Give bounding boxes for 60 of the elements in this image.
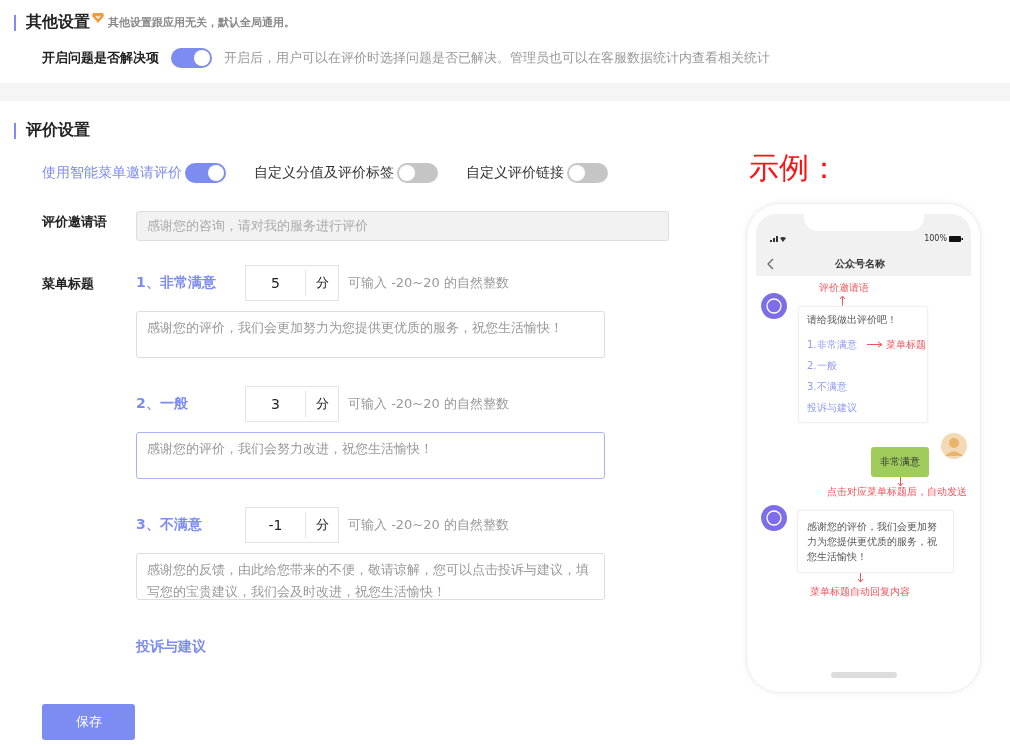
field-label: 评价邀请语 xyxy=(42,213,108,231)
bot-avatar-icon xyxy=(761,293,787,319)
option-description: 开启后，用户可以在评价时选择问题是否已解决。管理员也可以在客服数据统计内查看相关统计 xyxy=(224,49,770,67)
leader-arrow xyxy=(866,341,883,348)
complaint-link[interactable]: 投诉与建议 xyxy=(136,638,605,656)
score-input[interactable]: 3 xyxy=(246,391,306,417)
user-avatar-icon xyxy=(941,433,967,459)
home-indicator xyxy=(830,672,897,678)
unit-label: 分 xyxy=(314,274,330,292)
toggle-switch[interactable] xyxy=(185,163,226,183)
toggle-label: 自定义评价链接 xyxy=(466,164,564,182)
unit-label: 分 xyxy=(314,516,330,534)
section-title: 评价设置 xyxy=(26,120,90,141)
option-label: 开启问题是否解决项 xyxy=(42,49,159,67)
score-input[interactable]: 5 xyxy=(246,270,306,296)
user-message-bubble: 非常满意 xyxy=(871,447,929,477)
signal-icon xyxy=(770,235,786,242)
unit-label: 分 xyxy=(314,395,330,413)
hint-text: 可输入 -20~20 的自然整数 xyxy=(348,274,509,292)
hint-text: 可输入 -20~20 的自然整数 xyxy=(348,395,509,413)
score-field[interactable]: -1 分 xyxy=(245,507,339,543)
menu-item-title: 1、非常满意 xyxy=(136,274,217,292)
toggle-switch[interactable] xyxy=(567,163,608,183)
toggle-label: 使用智能菜单邀请评价 xyxy=(42,164,182,182)
message-text: 请给我做出评价吧！ xyxy=(807,313,898,327)
score-field[interactable]: 3 分 xyxy=(245,386,339,422)
menu-option-link[interactable]: 3.不满意 xyxy=(807,379,847,394)
reply-textarea[interactable]: 感谢您的评价，我们会更加努力为您提供更优质的服务，祝您生活愉快！ xyxy=(136,311,605,358)
menu-option-link[interactable]: 1.非常满意 xyxy=(807,337,857,352)
section-title: 其他设置 xyxy=(26,12,90,33)
leader-arrow xyxy=(857,573,864,583)
leader-arrow xyxy=(896,477,904,487)
annotation-label: 菜单标题 xyxy=(885,337,926,352)
reply-textarea[interactable]: 感谢您的评价，我们会努力改进，祝您生活愉快！ xyxy=(136,432,605,479)
toggle-switch[interactable] xyxy=(171,48,212,68)
section-subtitle: 其他设置跟应用无关，默认全局通用。 xyxy=(108,15,295,30)
battery-percent: 100% xyxy=(924,234,947,243)
annotation-label: 菜单标题自动回复内容 xyxy=(810,585,910,599)
score-field[interactable]: 5 分 xyxy=(245,265,339,301)
diamond-icon xyxy=(92,12,104,23)
save-button[interactable]: 保存 xyxy=(42,704,135,740)
reply-textarea[interactable]: 感谢您的反馈，由此给您带来的不便，敬请谅解，您可以点击投诉与建议，填写您的宝贵建议，我们会及时改进，祝您生活愉快！ xyxy=(136,553,605,600)
menu-item-title: 2、一般 xyxy=(136,395,189,413)
example-title: 示例： xyxy=(749,149,840,187)
field-label: 菜单标题 xyxy=(42,275,95,293)
toggle-switch[interactable] xyxy=(397,163,438,183)
account-name: 公众号名称 xyxy=(835,257,885,271)
menu-option-link[interactable]: 2.一般 xyxy=(807,358,837,373)
message-bubble: 感谢您的评价，我们会更加努力为您提供更优质的服务，祝您生活愉快！ xyxy=(797,510,954,573)
annotation-label: 评价邀请语 xyxy=(819,281,869,295)
leader-arrow xyxy=(839,295,846,306)
hint-text: 可输入 -20~20 的自然整数 xyxy=(348,516,509,534)
menu-item-title: 3、不满意 xyxy=(136,516,203,534)
toggle-label: 自定义分值及评价标签 xyxy=(254,164,394,182)
annotation-label: 点击对应菜单标题后，自动发送 xyxy=(826,485,967,499)
bot-avatar-icon xyxy=(761,505,787,531)
battery-icon xyxy=(949,235,963,242)
score-input[interactable]: -1 xyxy=(246,512,306,538)
back-icon[interactable] xyxy=(767,258,774,270)
menu-option-link[interactable]: 投诉与建议 xyxy=(807,400,857,415)
